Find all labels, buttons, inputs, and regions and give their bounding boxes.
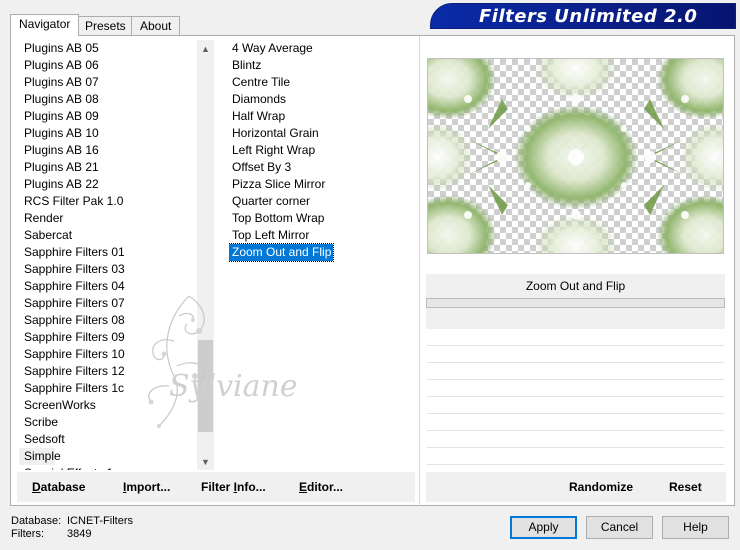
filter-item[interactable]: Quarter corner bbox=[229, 193, 419, 210]
filter-list[interactable]: 4 Way Average Blintz Centre Tile Diamonds Ha… bbox=[229, 40, 419, 470]
category-item[interactable]: RCS Filter Pak 1.0 bbox=[19, 193, 205, 210]
scroll-up-icon[interactable]: ▲ bbox=[197, 40, 214, 57]
navigator-toolbar: Database Import... Filter Info... Editor… bbox=[17, 472, 415, 502]
filter-item[interactable]: Centre Tile bbox=[229, 74, 419, 91]
current-filter-name: Zoom Out and Flip bbox=[426, 274, 725, 298]
status-database: Database: ICNET-Filters bbox=[11, 515, 133, 527]
tab-navigator[interactable]: Navigator bbox=[10, 14, 80, 36]
category-item[interactable]: Sapphire Filters 1c bbox=[19, 380, 205, 397]
category-item[interactable]: Sapphire Filters 01 bbox=[19, 244, 205, 261]
category-item[interactable]: Sapphire Filters 07 bbox=[19, 295, 205, 312]
filter-item[interactable]: Top Left Mirror bbox=[229, 227, 419, 244]
help-button[interactable]: Help bbox=[662, 516, 729, 539]
category-item[interactable]: Sapphire Filters 12 bbox=[19, 363, 205, 380]
filter-item[interactable]: Diamonds bbox=[229, 91, 419, 108]
category-item[interactable]: Scribe bbox=[19, 414, 205, 431]
category-item[interactable]: Plugins AB 21 bbox=[19, 159, 205, 176]
reset-button[interactable]: Reset bbox=[669, 472, 702, 502]
preview-toolbar: Randomize Reset bbox=[426, 472, 726, 502]
category-item[interactable]: Sapphire Filters 04 bbox=[19, 278, 205, 295]
parameter-slot bbox=[427, 464, 724, 465]
tab-presets[interactable]: Presets bbox=[76, 16, 135, 35]
category-item[interactable]: Sapphire Filters 08 bbox=[19, 312, 205, 329]
category-item[interactable]: Sedsoft bbox=[19, 431, 205, 448]
cancel-button[interactable]: Cancel bbox=[586, 516, 653, 539]
scroll-down-icon[interactable]: ▼ bbox=[197, 453, 214, 470]
parameter-slot bbox=[427, 430, 724, 431]
preview-image bbox=[427, 58, 724, 254]
category-item[interactable]: Render bbox=[19, 210, 205, 227]
filter-item[interactable]: Zoom Out and Flip bbox=[229, 243, 335, 262]
randomize-button[interactable]: Randomize bbox=[569, 472, 633, 502]
panel-divider bbox=[419, 36, 420, 506]
apply-button[interactable]: Apply bbox=[510, 516, 577, 539]
filter-item[interactable]: Pizza Slice Mirror bbox=[229, 176, 419, 193]
filter-item[interactable]: Horizontal Grain bbox=[229, 125, 419, 142]
banner-title: Filters Unlimited 2.0 bbox=[479, 5, 698, 27]
status-filters-value: 3849 bbox=[67, 528, 92, 540]
filter-item[interactable]: 4 Way Average bbox=[229, 40, 419, 57]
filter-item[interactable]: Top Bottom Wrap bbox=[229, 210, 419, 227]
category-item[interactable]: Simple bbox=[19, 448, 61, 465]
category-item[interactable]: Sapphire Filters 10 bbox=[19, 346, 205, 363]
category-scrollbar[interactable]: ▲ ▼ bbox=[197, 40, 214, 470]
category-item[interactable]: Plugins AB 16 bbox=[19, 142, 205, 159]
database-button[interactable]: Database bbox=[32, 472, 85, 502]
category-item[interactable]: Sabercat bbox=[19, 227, 205, 244]
category-item[interactable]: ScreenWorks bbox=[19, 397, 205, 414]
status-database-value: ICNET-Filters bbox=[67, 515, 133, 527]
category-list[interactable]: Plugins AB 05 Plugins AB 06 Plugins AB 07 P… bbox=[19, 40, 205, 470]
category-item[interactable]: Plugins AB 09 bbox=[19, 108, 205, 125]
category-item[interactable]: Plugins AB 05 bbox=[19, 40, 205, 57]
scroll-thumb[interactable] bbox=[198, 340, 213, 432]
parameter-slot bbox=[427, 413, 724, 414]
filter-item[interactable]: Left Right Wrap bbox=[229, 142, 419, 159]
status-filters-label: Filters: bbox=[11, 528, 44, 540]
editor-button[interactable]: Editor... bbox=[299, 472, 343, 502]
category-item[interactable]: Special Effects 1 bbox=[19, 465, 205, 470]
filter-info-button[interactable]: Filter Info... bbox=[201, 472, 266, 502]
category-item[interactable]: Plugins AB 07 bbox=[19, 74, 205, 91]
filter-item[interactable]: Blintz bbox=[229, 57, 419, 74]
navigator-panel: Plugins AB 05 Plugins AB 06 Plugins AB 07 P… bbox=[10, 35, 735, 506]
filters-unlimited-banner: Filters Unlimited 2.0 bbox=[430, 3, 736, 29]
parameter-slot bbox=[427, 447, 724, 448]
parameter-slot bbox=[427, 362, 724, 363]
import-button[interactable]: Import... bbox=[123, 472, 170, 502]
parameter-area bbox=[426, 308, 725, 329]
status-filters: Filters: 3849 bbox=[11, 528, 91, 540]
status-database-label: Database: bbox=[11, 515, 62, 527]
parameter-slot bbox=[427, 396, 724, 397]
category-item[interactable]: Plugins AB 22 bbox=[19, 176, 205, 193]
progress-bar bbox=[426, 298, 725, 308]
category-item[interactable]: Plugins AB 08 bbox=[19, 91, 205, 108]
category-item[interactable]: Plugins AB 06 bbox=[19, 57, 205, 74]
category-item[interactable]: Sapphire Filters 03 bbox=[19, 261, 205, 278]
category-item[interactable]: Plugins AB 10 bbox=[19, 125, 205, 142]
parameter-slot bbox=[427, 379, 724, 380]
filter-item[interactable]: Half Wrap bbox=[229, 108, 419, 125]
category-item[interactable]: Sapphire Filters 09 bbox=[19, 329, 205, 346]
parameter-slot bbox=[427, 345, 724, 346]
filter-item[interactable]: Offset By 3 bbox=[229, 159, 419, 176]
tab-about[interactable]: About bbox=[131, 16, 181, 35]
